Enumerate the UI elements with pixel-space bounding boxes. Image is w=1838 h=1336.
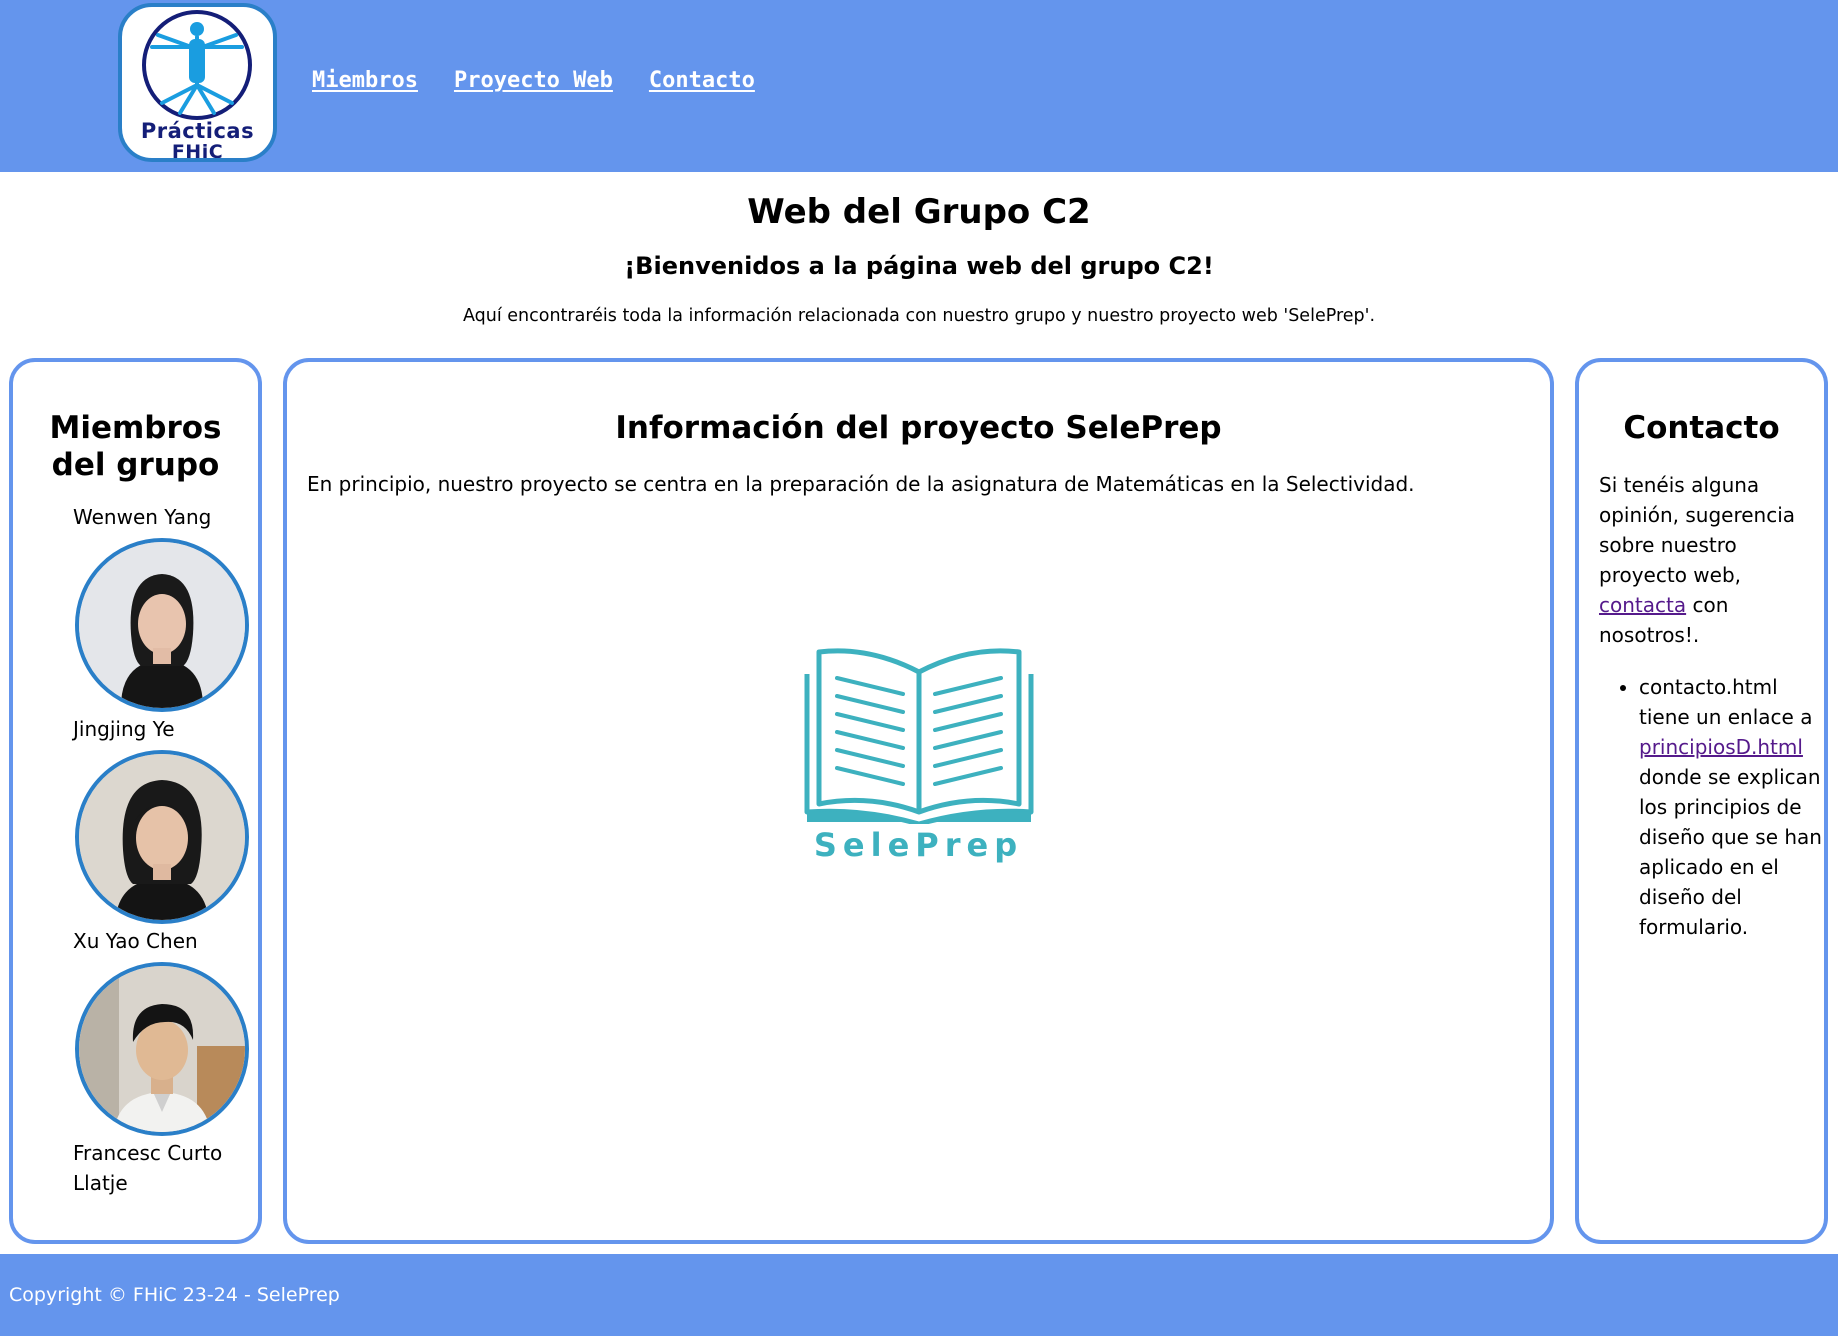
project-panel: Información del proyecto SelePrep En pri… xyxy=(283,358,1554,1244)
member-photo-avatar xyxy=(75,750,249,924)
contact-list: contacto.html tiene un enlace a principi… xyxy=(1599,672,1824,942)
members-title-line1: Miembros xyxy=(49,410,222,446)
main-nav: Miembros Proyecto Web Contacto xyxy=(312,68,755,93)
member-name: Wenwen Yang xyxy=(73,505,212,529)
copyright-text: Copyright © FHiC 23-24 - SelePrep xyxy=(9,1284,340,1306)
page-subtitle: ¡Bienvenidos a la página web del grupo C… xyxy=(624,252,1214,280)
list-item: contacto.html tiene un enlace a principi… xyxy=(1639,672,1824,942)
list-item-text-before: contacto.html tiene un enlace a xyxy=(1639,675,1813,729)
logo-text-line1: Prácticas xyxy=(140,119,255,143)
member-photo-avatar xyxy=(75,538,249,712)
nav-link-contacto[interactable]: Contacto xyxy=(649,68,755,93)
logo-text-line2: FHiC xyxy=(171,141,224,162)
members-panel: Miembros del grupo Wenwen Yang Jingjing … xyxy=(9,358,262,1244)
project-description: En principio, nuestro proyecto se centra… xyxy=(307,472,1415,496)
seleprep-logo-text: SelePrep xyxy=(813,826,1024,864)
nav-link-proyecto-web[interactable]: Proyecto Web xyxy=(454,68,613,93)
contact-title: Contacto xyxy=(1623,410,1780,446)
header-bar: Prácticas FHiC Miembros Proyecto Web Con… xyxy=(0,0,1838,172)
members-title: Miembros del grupo xyxy=(13,410,258,484)
nav-link-miembros[interactable]: Miembros xyxy=(312,68,418,93)
member-name-line2: Llatje xyxy=(73,1171,128,1195)
member-name: Jingjing Ye xyxy=(73,717,175,741)
footer: Copyright © FHiC 23-24 - SelePrep xyxy=(0,1254,1838,1336)
contact-paragraph: Si tenéis alguna opinión, sugerencia sob… xyxy=(1599,470,1819,650)
principiosD-link[interactable]: principiosD.html xyxy=(1639,735,1803,759)
members-title-line2: del grupo xyxy=(51,447,220,483)
member-name: Francesc Curto Llatje xyxy=(73,1138,243,1198)
practicas-fhic-logo[interactable]: Prácticas FHiC xyxy=(118,3,277,162)
contact-panel: Contacto Si tenéis alguna opinión, suger… xyxy=(1575,358,1828,1244)
list-item-text-after: donde se explican los principios de dise… xyxy=(1639,765,1822,939)
contact-text-before: Si tenéis alguna opinión, sugerencia sob… xyxy=(1599,473,1796,587)
member-name: Xu Yao Chen xyxy=(73,929,198,953)
page-title: Web del Grupo C2 xyxy=(747,192,1091,232)
contacta-link[interactable]: contacta xyxy=(1599,593,1686,617)
open-book-icon xyxy=(804,648,1034,824)
member-name-line1: Francesc Curto xyxy=(73,1141,223,1165)
page-intro-text: Aquí encontraréis toda la información re… xyxy=(462,306,1376,326)
project-title: Información del proyecto SelePrep xyxy=(615,410,1222,446)
member-photo-avatar xyxy=(75,962,249,1136)
